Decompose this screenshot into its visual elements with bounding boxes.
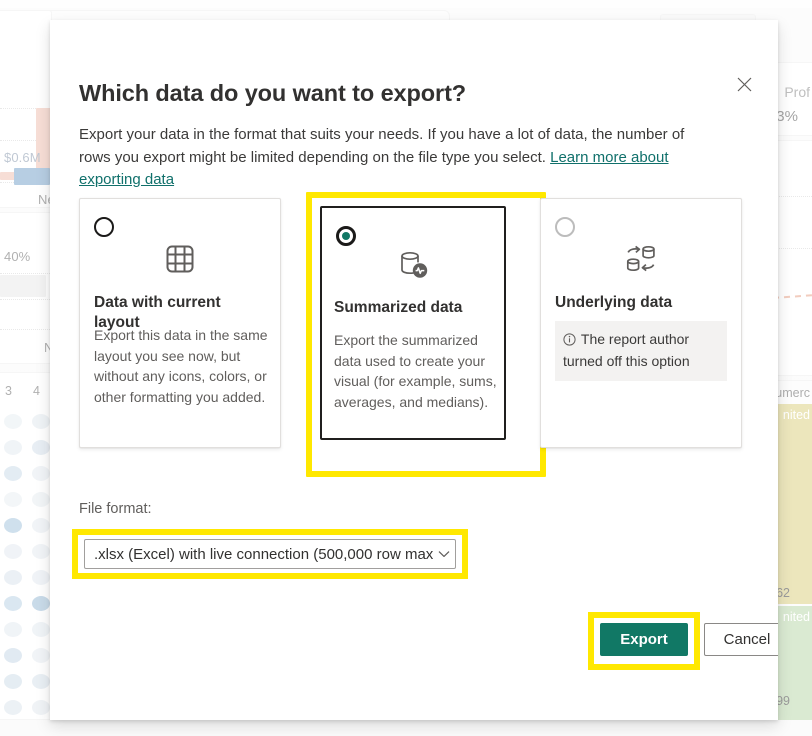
info-icon xyxy=(563,333,580,349)
cancel-button[interactable]: Cancel xyxy=(704,623,778,656)
option-slot-underlying-data: Underlying data The report author turned… xyxy=(540,198,742,470)
option-disabled-note: The report author turned off this option xyxy=(555,321,727,381)
option-title: Summarized data xyxy=(334,299,463,316)
option-card-data-with-current-layout[interactable]: Data with current layout Export this dat… xyxy=(79,198,281,448)
close-icon[interactable] xyxy=(728,68,760,100)
option-card-underlying-data: Underlying data The report author turned… xyxy=(540,198,742,448)
file-format-selected-value: .xlsx (Excel) with live connection (500,… xyxy=(94,545,433,563)
option-disabled-note-text: The report author turned off this option xyxy=(563,331,690,369)
radio-data-with-current-layout[interactable] xyxy=(94,217,114,237)
chevron-down-icon xyxy=(433,550,455,558)
database-sync-icon xyxy=(619,237,663,281)
export-button[interactable]: Export xyxy=(600,623,688,656)
option-description: Export this data in the same layout you … xyxy=(94,327,268,405)
file-format-label: File format: xyxy=(79,501,152,517)
page-title: Which data do you want to export? xyxy=(79,80,467,106)
option-card-summarized-data[interactable]: Summarized data Export the summarized da… xyxy=(320,206,506,440)
radio-summarized-data[interactable] xyxy=(336,226,356,246)
file-format-dropdown[interactable]: .xlsx (Excel) with live connection (500,… xyxy=(84,539,456,569)
option-title: Underlying data xyxy=(555,294,673,311)
option-description: Export the summarized data used to creat… xyxy=(334,332,497,410)
option-slot-data-with-current-layout: Data with current layout Export this dat… xyxy=(79,198,281,470)
database-pulse-icon xyxy=(391,242,435,286)
table-grid-icon xyxy=(158,237,202,281)
export-data-dialog: Which data do you want to export? Export… xyxy=(50,20,778,720)
option-slot-summarized-data: Summarized data Export the summarized da… xyxy=(310,198,512,470)
radio-underlying-data xyxy=(555,217,575,237)
export-option-cards: Data with current layout Export this dat… xyxy=(79,192,747,477)
dialog-description: Export your data in the format that suit… xyxy=(79,124,712,192)
